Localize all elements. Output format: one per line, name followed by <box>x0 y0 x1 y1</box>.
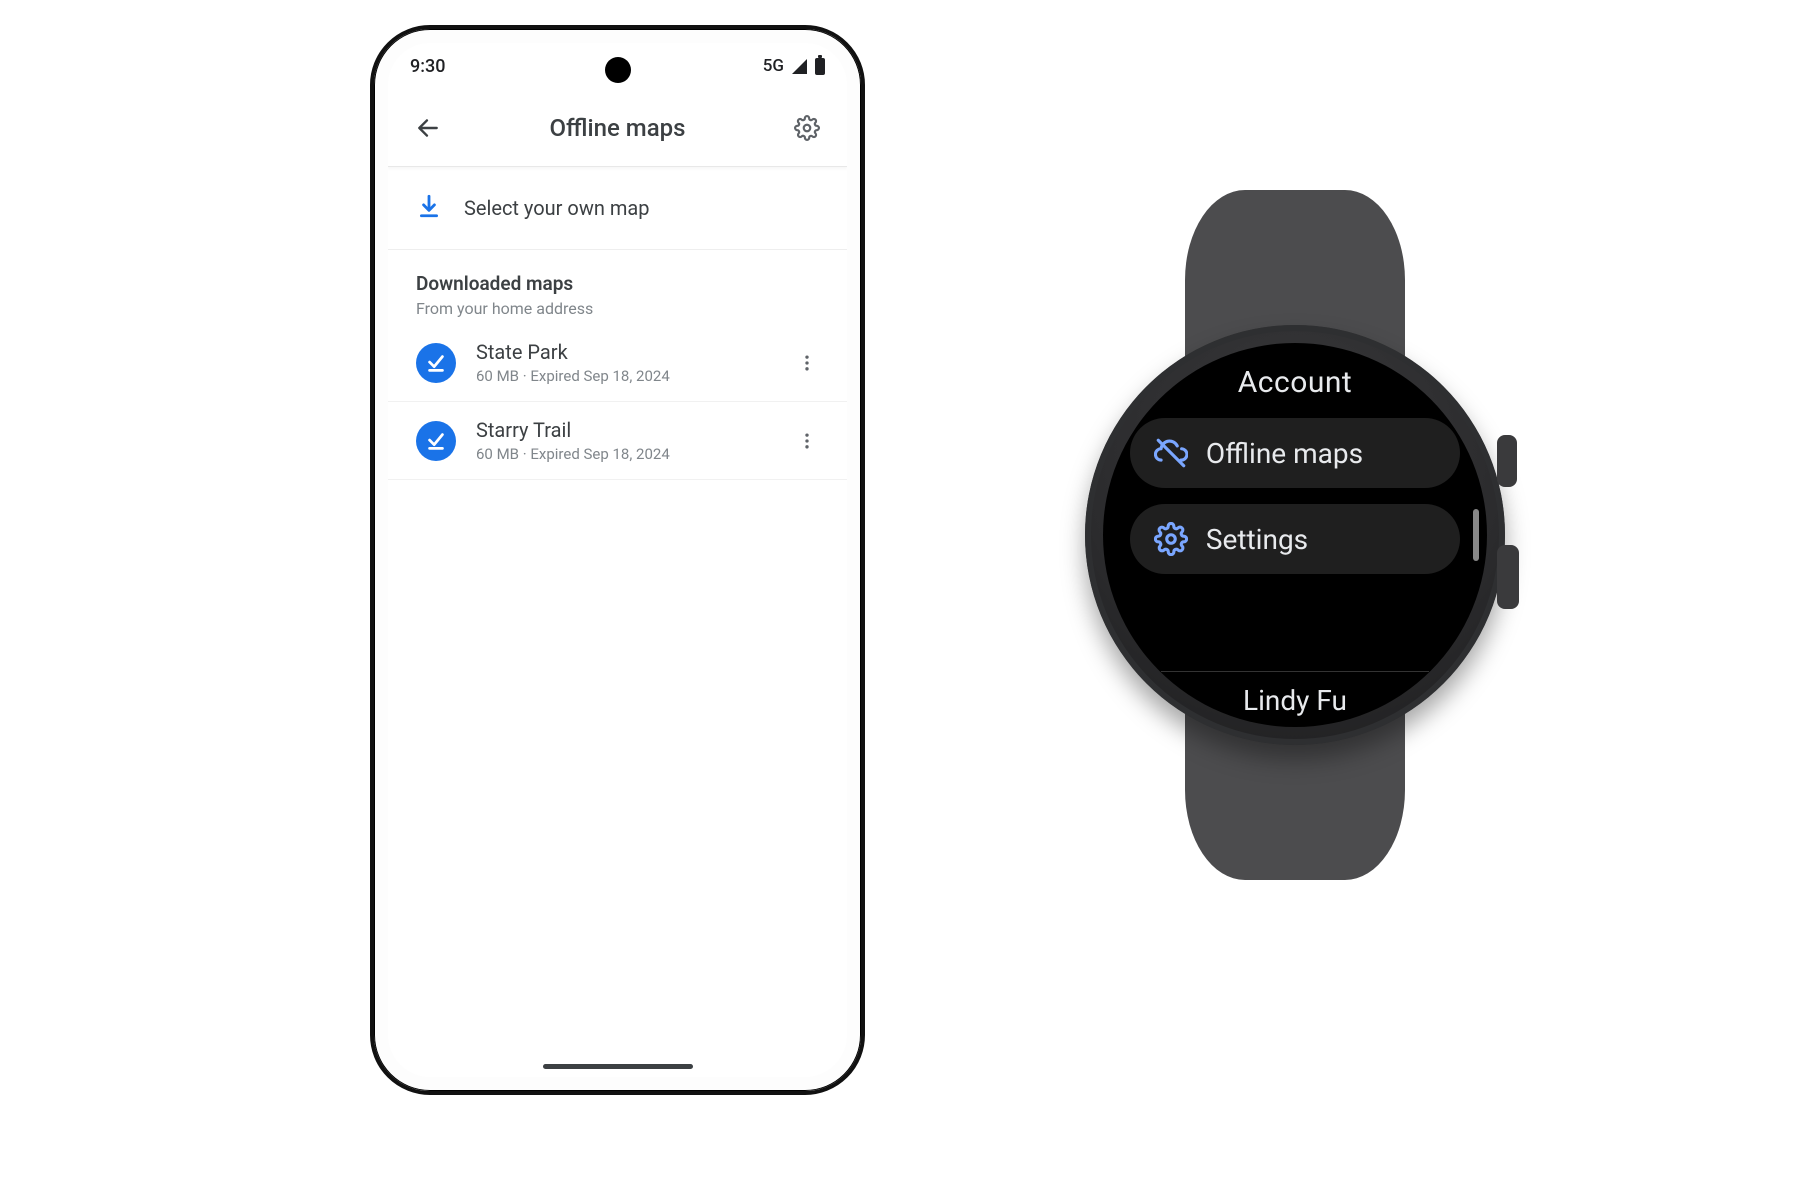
watch-scroll-indicator <box>1473 509 1479 561</box>
app-bar: Offline maps <box>388 89 847 167</box>
status-network-label: 5G <box>763 56 784 76</box>
downloaded-map-item[interactable]: State Park 60 MB · Expired Sep 18, 2024 <box>388 324 847 402</box>
status-time: 9:30 <box>410 56 445 77</box>
section-heading: Downloaded maps <box>416 272 819 295</box>
signal-icon <box>792 59 807 74</box>
watch-menu-list: Offline maps Settings <box>1130 418 1460 574</box>
map-name: State Park <box>476 340 767 364</box>
more-vert-icon <box>797 353 817 373</box>
watch-crown-button[interactable] <box>1497 545 1519 609</box>
download-icon <box>416 193 442 223</box>
settings-button[interactable] <box>785 106 829 150</box>
check-download-icon <box>425 352 447 374</box>
map-downloaded-badge <box>416 421 456 461</box>
cloud-off-icon <box>1154 436 1188 470</box>
gear-icon <box>794 115 820 141</box>
battery-icon <box>815 58 825 75</box>
map-overflow-button[interactable] <box>787 343 827 383</box>
watch-item-settings[interactable]: Settings <box>1130 504 1460 574</box>
downloaded-maps-section: Downloaded maps From your home address <box>388 250 847 324</box>
select-own-map-label: Select your own map <box>464 196 650 220</box>
phone-device-frame: 9:30 5G Offline maps <box>370 25 865 1095</box>
watch-item-label: Settings <box>1206 523 1308 556</box>
app-bar-title: Offline maps <box>450 114 785 142</box>
map-meta: 60 MB · Expired Sep 18, 2024 <box>476 367 767 385</box>
map-name: Starry Trail <box>476 418 767 442</box>
watch-body: Account Offline maps Settings <box>1085 325 1505 745</box>
select-own-map-row[interactable]: Select your own map <box>388 167 847 250</box>
watch-screen: Account Offline maps Settings <box>1103 343 1487 727</box>
watch-device: Account Offline maps Settings <box>1060 190 1530 880</box>
map-meta: 60 MB · Expired Sep 18, 2024 <box>476 445 767 463</box>
back-button[interactable] <box>406 106 450 150</box>
arrow-left-icon <box>415 115 441 141</box>
gesture-home-indicator[interactable] <box>543 1064 693 1069</box>
watch-account-name[interactable]: Lindy Fu <box>1161 671 1430 717</box>
watch-heading: Account <box>1238 365 1353 400</box>
watch-item-label: Offline maps <box>1206 437 1363 470</box>
section-subheading: From your home address <box>416 299 819 318</box>
phone-screen: 9:30 5G Offline maps <box>388 43 847 1077</box>
map-overflow-button[interactable] <box>787 421 827 461</box>
phone-camera-punchhole <box>605 57 631 83</box>
check-download-icon <box>425 430 447 452</box>
downloaded-map-item[interactable]: Starry Trail 60 MB · Expired Sep 18, 202… <box>388 402 847 480</box>
gear-icon <box>1154 522 1188 556</box>
map-downloaded-badge <box>416 343 456 383</box>
watch-side-button[interactable] <box>1497 435 1517 487</box>
more-vert-icon <box>797 431 817 451</box>
watch-item-offline-maps[interactable]: Offline maps <box>1130 418 1460 488</box>
status-right-cluster: 5G <box>763 56 825 76</box>
